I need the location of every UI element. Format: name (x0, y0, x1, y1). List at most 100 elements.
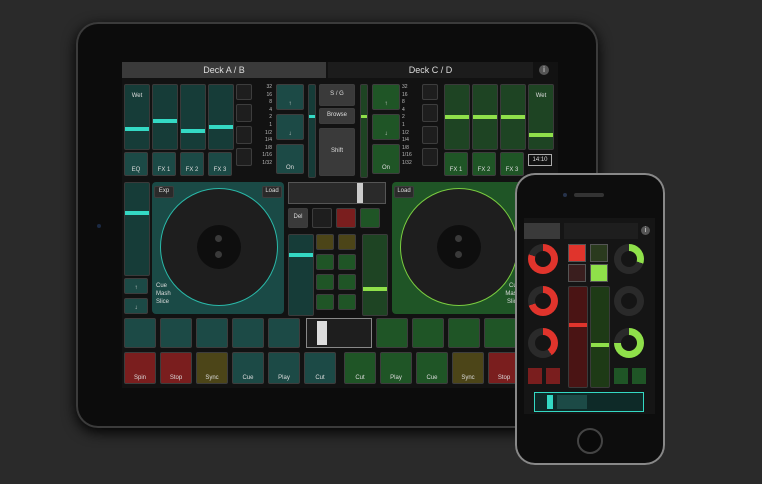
fader-handle[interactable] (529, 133, 553, 137)
red-toggle-button[interactable] (568, 244, 586, 262)
fader-handle[interactable] (473, 115, 497, 119)
fx3-button-right[interactable]: FX 3 (500, 152, 524, 176)
sample-pad[interactable] (316, 274, 334, 290)
sample-pad[interactable] (316, 294, 334, 310)
spin-button[interactable]: Spin (124, 352, 156, 384)
channel-fader-right[interactable] (362, 234, 388, 316)
dice-button[interactable] (312, 208, 332, 228)
pitch-down-button[interactable]: ↓ (124, 298, 148, 314)
fx2-fader-right[interactable] (472, 84, 498, 150)
sample-pad[interactable] (338, 234, 356, 250)
cue-mode-label[interactable]: Cue (156, 282, 171, 290)
pad-button[interactable] (360, 208, 380, 228)
hotcue-pad[interactable] (448, 318, 480, 348)
play-button-right[interactable]: Play (380, 352, 412, 384)
jog-wheel-right[interactable] (400, 188, 518, 306)
sg-button[interactable]: S / G (319, 84, 355, 106)
hotcue-pad[interactable] (268, 318, 300, 348)
green-toggle-button[interactable] (590, 244, 608, 262)
filter-knob-red[interactable] (528, 244, 558, 274)
arrow-up-button-left[interactable]: ↑ (276, 84, 304, 110)
load-button-right[interactable]: Load (394, 186, 414, 198)
jog-wheel-left[interactable] (160, 188, 278, 306)
cue-button-left[interactable]: Cue (232, 352, 264, 384)
arrow-down-button-right[interactable]: ↓ (372, 114, 400, 140)
filter-knob-green[interactable] (614, 244, 644, 274)
fx1-fader-right[interactable] (444, 84, 470, 150)
wet-fader-left[interactable]: Wet (124, 84, 150, 150)
crossfader-handle[interactable] (317, 321, 327, 345)
record-button[interactable] (336, 208, 356, 228)
volume-fader-red[interactable] (568, 286, 588, 388)
tab-deck-cd[interactable]: Deck C / D (328, 62, 533, 78)
wet-fader-right[interactable]: Wet (528, 84, 554, 150)
pitch-fader-left[interactable] (124, 182, 150, 276)
fx1-button[interactable]: FX 1 (152, 152, 176, 176)
sync-button-right[interactable]: Sync (452, 352, 484, 384)
crossfader-handle[interactable] (547, 395, 553, 409)
fx3-fader-left[interactable] (208, 84, 234, 150)
hotcue-pad[interactable] (484, 318, 516, 348)
phone-crossfader[interactable] (534, 392, 644, 412)
on-button-left[interactable]: On (276, 144, 304, 174)
hotcue-pad[interactable] (160, 318, 192, 348)
fader-handle[interactable] (501, 115, 525, 119)
load-button-left[interactable]: Load (262, 186, 282, 198)
hotcue-pad[interactable] (412, 318, 444, 348)
loop-button[interactable] (422, 84, 438, 100)
mash-mode-label[interactable]: Mash (156, 290, 171, 298)
del-button[interactable]: Del (288, 208, 308, 228)
stop-button-left[interactable]: Stop (160, 352, 192, 384)
fader-handle[interactable] (591, 343, 609, 347)
fader-handle[interactable] (363, 287, 387, 291)
crossfader-top[interactable] (288, 182, 386, 204)
loop-button[interactable] (236, 126, 252, 144)
loop-button[interactable] (422, 126, 438, 144)
loop-button[interactable] (236, 104, 252, 122)
cut-button-right[interactable]: Cut (344, 352, 376, 384)
gain-knob-red[interactable] (528, 286, 558, 316)
loop-button[interactable] (422, 104, 438, 122)
hotcue-pad[interactable] (124, 318, 156, 348)
play-button-left[interactable]: Play (268, 352, 300, 384)
arrow-up-button-right[interactable]: ↑ (372, 84, 400, 110)
pad-green[interactable] (632, 368, 646, 384)
sample-pad[interactable] (338, 274, 356, 290)
loop-button[interactable] (422, 148, 438, 166)
fx3-button[interactable]: FX 3 (208, 152, 232, 176)
eq-knob-green[interactable] (614, 328, 644, 358)
fader-handle[interactable] (289, 253, 313, 257)
gain-knob-green[interactable] (614, 286, 644, 316)
fx3-fader-right[interactable] (500, 84, 526, 150)
cue-button-right[interactable]: Cue (416, 352, 448, 384)
fx1-button-right[interactable]: FX 1 (444, 152, 468, 176)
pitch-up-button[interactable]: ↑ (124, 278, 148, 294)
hotcue-pad[interactable] (196, 318, 228, 348)
sample-pad[interactable] (316, 234, 334, 250)
pad-green[interactable] (614, 368, 628, 384)
info-icon[interactable]: i (539, 65, 549, 75)
sample-pad[interactable] (316, 254, 334, 270)
volume-fader-green[interactable] (590, 286, 610, 388)
home-button[interactable] (577, 428, 603, 454)
hotcue-pad[interactable] (376, 318, 408, 348)
browse-button[interactable]: Browse (319, 108, 355, 124)
fader-handle[interactable] (125, 211, 149, 215)
fader-handle[interactable] (181, 129, 205, 133)
sample-pad[interactable] (338, 294, 356, 310)
eq-knob-red[interactable] (528, 328, 558, 358)
loop-button[interactable] (236, 84, 252, 100)
red-pad-button[interactable] (568, 264, 586, 282)
info-icon[interactable]: i (641, 226, 650, 235)
sample-pad[interactable] (338, 254, 356, 270)
green-pad-button[interactable] (590, 264, 608, 282)
fader-handle[interactable] (445, 115, 469, 119)
phone-tab-left[interactable] (524, 223, 560, 239)
slice-mode-label[interactable]: Slice (156, 298, 171, 306)
fader-handle[interactable] (209, 125, 233, 129)
pad-red[interactable] (546, 368, 560, 384)
crossfader-handle[interactable] (357, 183, 363, 203)
on-button-right[interactable]: On (372, 144, 400, 174)
fx1-fader-left[interactable] (152, 84, 178, 150)
fader-handle[interactable] (569, 323, 587, 327)
